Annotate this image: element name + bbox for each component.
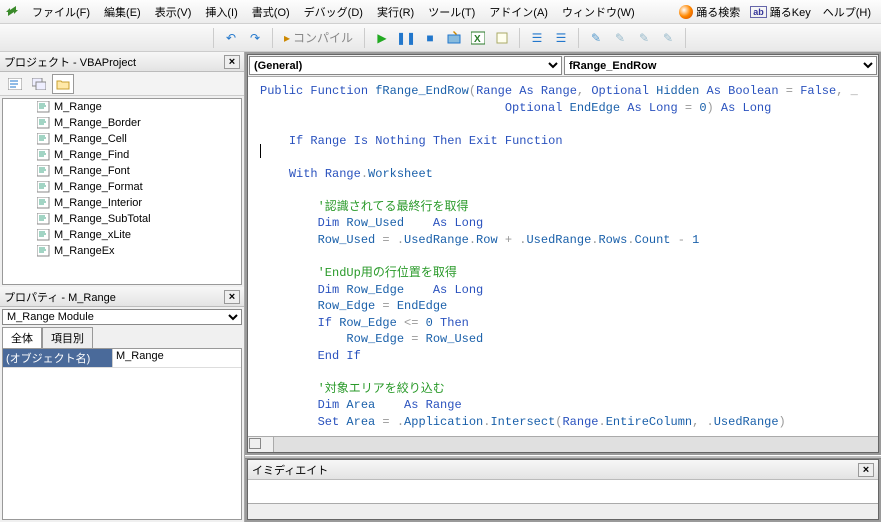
module-icon xyxy=(37,149,51,161)
tree-item[interactable]: M_Range_xLite xyxy=(37,227,241,243)
menu-edit[interactable]: 編集(E) xyxy=(98,2,147,22)
stop-button[interactable]: ■ xyxy=(420,28,440,48)
view-object-button[interactable] xyxy=(28,74,50,94)
tree-item-label: M_Range_Border xyxy=(54,117,141,129)
menu-file[interactable]: ファイル(F) xyxy=(26,2,96,22)
properties-grid[interactable]: (オブジェクト名) M_Range xyxy=(2,348,242,520)
toolbar: ↶ ↷ ▸コンパイル ▶ ❚❚ ■ X ☰ ☰ ✎ ✎ ✎ ✎ xyxy=(0,24,881,52)
module-icon xyxy=(37,117,51,129)
project-panel-close-button[interactable]: × xyxy=(224,55,240,69)
properties-panel-title: プロパティ - M_Range xyxy=(4,289,224,305)
module-icon xyxy=(37,197,51,209)
menu-view[interactable]: 表示(V) xyxy=(149,2,198,22)
properties-panel-close-button[interactable]: × xyxy=(224,290,240,304)
module-icon xyxy=(37,101,51,113)
menu-addins[interactable]: アドイン(A) xyxy=(483,2,554,22)
tree-item-label: M_RangeEx xyxy=(54,245,115,257)
immediate-title: イミディエイト xyxy=(252,462,858,478)
toggle-folders-button[interactable] xyxy=(52,74,74,94)
menu-debug[interactable]: デバッグ(D) xyxy=(298,2,369,22)
compile-button[interactable]: ▸コンパイル xyxy=(280,28,357,48)
properties-object-select[interactable]: M_Range Module xyxy=(2,309,242,325)
properties-tab-categorized[interactable]: 項目別 xyxy=(42,327,93,348)
tool2-button[interactable]: ✎ xyxy=(610,28,630,48)
module-icon xyxy=(37,133,51,145)
tree-item[interactable]: M_Range_Border xyxy=(37,115,241,131)
tree-item-label: M_Range_Format xyxy=(54,181,143,193)
menu-window[interactable]: ウィンドウ(W) xyxy=(556,2,641,22)
module-icon xyxy=(37,165,51,177)
tree-item[interactable]: M_Range_Cell xyxy=(37,131,241,147)
tree-item-label: M_Range_Find xyxy=(54,149,129,161)
menu-help[interactable]: ヘルプ(H) xyxy=(817,2,877,22)
immediate-input[interactable] xyxy=(248,480,878,503)
tree-item[interactable]: M_Range_SubTotal xyxy=(37,211,241,227)
module-icon xyxy=(37,181,51,193)
code-view-switch[interactable] xyxy=(248,436,274,452)
module-icon xyxy=(37,213,51,225)
menu-bar: ファイル(F) 編集(E) 表示(V) 挿入(I) 書式(O) デバッグ(D) … xyxy=(0,0,881,24)
pause-button[interactable]: ❚❚ xyxy=(396,28,416,48)
module-icon xyxy=(37,245,51,257)
immediate-close-button[interactable]: × xyxy=(858,463,874,477)
procedure-dropdown[interactable]: fRange_EndRow xyxy=(564,56,877,75)
tree-item-label: M_Range_Cell xyxy=(54,133,127,145)
tool3-button[interactable]: ✎ xyxy=(634,28,654,48)
immediate-window: イミディエイト × xyxy=(247,459,879,520)
design-mode-button[interactable] xyxy=(444,28,464,48)
project-panel-title: プロジェクト - VBAProject xyxy=(4,54,224,70)
redo-button[interactable]: ↷ xyxy=(245,28,265,48)
project-explorer-panel: プロジェクト - VBAProject × M_Range M_Range_Bor… xyxy=(0,52,244,287)
object-dropdown[interactable]: (General) xyxy=(249,56,562,75)
tree-item[interactable]: M_Range_Interior xyxy=(37,195,241,211)
tree-item-label: M_Range_Font xyxy=(54,165,130,177)
tool4-button[interactable]: ✎ xyxy=(658,28,678,48)
app-logo-icon xyxy=(4,4,20,20)
tree-item[interactable]: M_Range xyxy=(37,99,241,115)
view-code-button[interactable] xyxy=(4,74,26,94)
project-tree[interactable]: M_Range M_Range_Border M_Range_Cell M_Range… xyxy=(2,98,242,285)
immediate-scrollbar[interactable] xyxy=(248,503,878,519)
menu-insert[interactable]: 挿入(I) xyxy=(199,2,243,22)
module-button[interactable] xyxy=(492,28,512,48)
tree-item[interactable]: M_RangeEx xyxy=(37,243,241,259)
property-value[interactable]: M_Range xyxy=(113,349,241,367)
properties-tab-all[interactable]: 全体 xyxy=(2,327,42,348)
tool1-button[interactable]: ✎ xyxy=(586,28,606,48)
menu-tools[interactable]: ツール(T) xyxy=(422,2,481,22)
svg-text:X: X xyxy=(474,34,481,45)
tree-item[interactable]: M_Range_Find xyxy=(37,147,241,163)
menu-format[interactable]: 書式(O) xyxy=(246,2,296,22)
outdent-button[interactable]: ☰ xyxy=(551,28,571,48)
menu-odoru-search[interactable]: 踊る検索 xyxy=(675,2,744,22)
code-window: (General) fRange_EndRow Public Function … xyxy=(247,54,879,453)
tree-item[interactable]: M_Range_Format xyxy=(37,179,241,195)
tree-item[interactable]: M_Range_Font xyxy=(37,163,241,179)
property-name: (オブジェクト名) xyxy=(3,349,113,367)
tree-item-label: M_Range_xLite xyxy=(54,229,131,241)
properties-panel: プロパティ - M_Range × M_Range Module 全体 項目別 … xyxy=(0,287,244,522)
tree-item-label: M_Range_SubTotal xyxy=(54,213,151,225)
undo-button[interactable]: ↶ xyxy=(221,28,241,48)
excel-button[interactable]: X xyxy=(468,28,488,48)
module-icon xyxy=(37,229,51,241)
code-horizontal-scrollbar[interactable] xyxy=(274,436,878,452)
indent-button[interactable]: ☰ xyxy=(527,28,547,48)
menu-odoru-key[interactable]: ab踊るKey xyxy=(746,2,814,22)
property-row[interactable]: (オブジェクト名) M_Range xyxy=(3,349,241,368)
tree-item-label: M_Range xyxy=(54,101,102,113)
code-editor[interactable]: Public Function fRange_EndRow(Range As R… xyxy=(248,77,878,436)
run-button[interactable]: ▶ xyxy=(372,28,392,48)
tree-item-label: M_Range_Interior xyxy=(54,197,142,209)
menu-run[interactable]: 実行(R) xyxy=(371,2,420,22)
